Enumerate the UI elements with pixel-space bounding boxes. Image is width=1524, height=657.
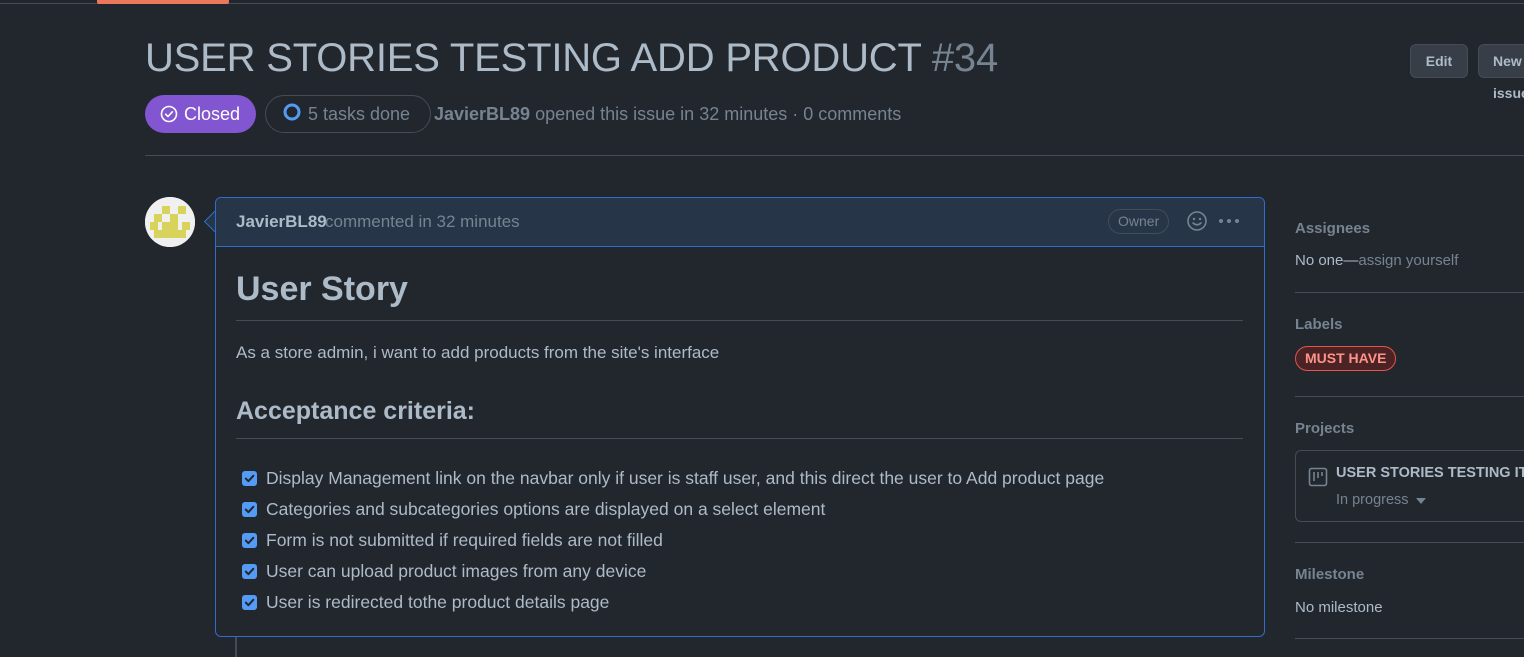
issue-title: USER STORIES TESTING ADD PRODUCT #34 (145, 36, 998, 81)
issue-meta-text: opened this issue in 32 minutes · 0 comm… (530, 104, 902, 124)
checkmark-icon (244, 567, 255, 576)
task-checkbox[interactable] (242, 595, 257, 610)
caret-down-icon (1415, 492, 1426, 508)
issue-state-label: Closed (184, 103, 241, 124)
task-text: Form is not submitted if required fields… (266, 530, 663, 550)
task-checkbox[interactable] (242, 502, 257, 517)
task-list-item: Display Management link on the navbar on… (242, 463, 1104, 494)
tasks-progress-badge: 5 tasks done (265, 95, 432, 133)
no-assignees-text: No one— (1295, 252, 1359, 269)
checkmark-icon (244, 598, 255, 607)
sidebar-divider (1295, 638, 1524, 639)
new-issue-button[interactable]: New issue (1478, 44, 1524, 101)
project-board-icon (1308, 467, 1328, 492)
task-text: User can upload product images from any … (266, 561, 647, 581)
header-divider (145, 155, 1524, 156)
edit-button[interactable]: Edit (1410, 44, 1468, 78)
avatar[interactable] (145, 197, 195, 247)
criteria-heading: Acceptance criteria: (236, 397, 476, 425)
criteria-divider (236, 438, 1243, 439)
tasks-progress-label: 5 tasks done (308, 103, 411, 124)
owner-badge: Owner (1108, 209, 1170, 234)
task-text: User is redirected tothe product details… (266, 592, 610, 612)
check-circle-icon (160, 105, 178, 123)
comment-author-link[interactable]: JavierBL89 (236, 212, 327, 232)
user-story-text: As a store admin, i want to add products… (236, 343, 720, 362)
smiley-icon[interactable] (1186, 210, 1208, 237)
user-story-heading: User Story (236, 270, 408, 308)
task-list-item: Form is not submitted if required fields… (242, 525, 1104, 556)
issue-number: #34 (931, 36, 999, 80)
task-text: Categories and subcategories options are… (266, 499, 826, 519)
kebab-menu-icon[interactable] (1217, 212, 1241, 235)
timeline-line (235, 636, 237, 657)
comment-header: JavierBL89 commented in 32 minutes Owner (216, 198, 1264, 247)
issue-meta: JavierBL89 opened this issue in 32 minut… (434, 104, 901, 125)
projects-heading[interactable]: Projects (1295, 420, 1354, 437)
task-list: Display Management link on the navbar on… (242, 463, 1104, 618)
checkmark-icon (244, 505, 255, 514)
project-status-dropdown[interactable]: In progress (1336, 492, 1426, 508)
task-checkbox[interactable] (242, 471, 257, 486)
active-tab-indicator (97, 0, 229, 4)
sidebar-divider (1295, 542, 1524, 543)
milestone-value: No milestone (1295, 599, 1383, 616)
comment-box: JavierBL89 commented in 32 minutes Owner… (215, 197, 1265, 637)
heading-divider (236, 320, 1243, 321)
sidebar-divider (1295, 396, 1524, 397)
project-name[interactable]: USER STORIES TESTING ITERATION (1336, 465, 1524, 481)
task-checkbox[interactable] (242, 533, 257, 548)
label-badge[interactable]: MUST HAVE (1295, 346, 1397, 371)
progress-circle-icon (282, 102, 302, 127)
issue-author-link[interactable]: JavierBL89 (434, 104, 530, 124)
labels-heading[interactable]: Labels (1295, 316, 1343, 333)
checkmark-icon (244, 536, 255, 545)
task-checkbox[interactable] (242, 564, 257, 579)
task-text: Display Management link on the navbar on… (266, 468, 1105, 488)
checkmark-icon (244, 474, 255, 483)
task-list-item: User is redirected tothe product details… (242, 587, 1104, 618)
milestone-heading[interactable]: Milestone (1295, 566, 1364, 583)
issue-state-badge: Closed (145, 95, 257, 133)
project-status-label: In progress (1336, 492, 1409, 508)
assignees-value: No one—assign yourself (1295, 252, 1458, 269)
project-card[interactable]: USER STORIES TESTING ITERATION In progre… (1295, 450, 1524, 522)
sidebar-divider (1295, 292, 1524, 293)
comment-timestamp[interactable]: commented in 32 minutes (325, 212, 520, 232)
task-list-item: User can upload product images from any … (242, 556, 1104, 587)
issue-title-text: USER STORIES TESTING ADD PRODUCT (145, 36, 921, 80)
assignees-heading[interactable]: Assignees (1295, 220, 1370, 237)
assign-yourself-link[interactable]: assign yourself (1358, 252, 1458, 269)
task-list-item: Categories and subcategories options are… (242, 494, 1104, 525)
